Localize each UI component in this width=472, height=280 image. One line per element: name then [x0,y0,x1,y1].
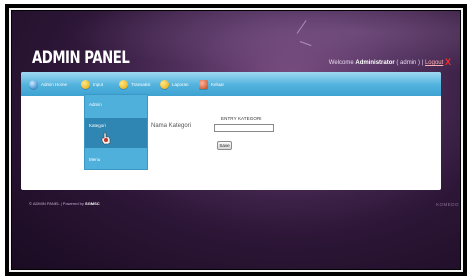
decorative-streak [299,41,312,47]
footer-powered-by: SGMSC [85,201,100,206]
menu-item-admin-home[interactable]: Admin Home [29,76,67,92]
dropdown-item-label: Admin [89,102,102,107]
report-icon [160,79,169,89]
welcome-bar: Welcome Administrator ( admin ) | Logout… [328,57,451,67]
dropdown-item-label: Menu [89,157,101,162]
welcome-text: Welcome [328,60,354,66]
menu-item-laporan[interactable]: Laporan [160,76,189,92]
cursor-hand-icon [101,132,111,145]
dropdown-item-kategori[interactable]: Kategori [85,118,147,148]
exit-icon [199,79,208,89]
menu-item-label: Admin Home [41,81,68,87]
input-icon [81,79,90,89]
nama-kategori-input[interactable] [214,124,274,132]
footer-right-text: KOMEDO [435,202,459,207]
dropdown-item-menu[interactable]: Menu [85,152,147,169]
footer-credits: © ADMIN PANEL | Powered by SGMSC [29,201,100,206]
dropdown-item-admin[interactable]: Admin [85,97,147,114]
menu-item-input[interactable]: Input [81,76,103,92]
transaction-icon [119,79,128,89]
admin-icon [29,79,38,89]
main-menu-bar: Admin Home Input Transaksi Laporan Kelua… [21,72,441,96]
save-button[interactable]: Save [217,141,232,150]
dropdown-item-label: Kategori [89,123,106,128]
footer-text: © ADMIN PANEL | Powered by [29,201,84,206]
form-title: ENTRY KATEGORI [221,116,262,121]
menu-item-label: Keluar [211,81,225,87]
menu-item-transaksi[interactable]: Transaksi [119,76,150,92]
user-role: admin [400,60,417,66]
menu-item-label: Input [93,81,104,87]
menu-item-label: Laporan [172,81,189,87]
input-dropdown-menu: Admin Kategori Menu [84,94,148,170]
menu-item-label: Transaksi [131,81,151,87]
content-panel: Admin Home Input Transaksi Laporan Kelua… [21,72,441,190]
decorative-streak [296,20,307,34]
user-name: Administrator [355,60,395,66]
screenshot-frame: ADMIN PANEL Welcome Administrator ( admi… [5,4,467,276]
nama-kategori-label: Nama Kategori [151,123,192,129]
app-logo: ADMIN PANEL [32,48,130,68]
menu-item-keluar[interactable]: Keluar [199,76,224,92]
close-icon[interactable]: X [445,57,451,67]
logout-link[interactable]: Logout [425,60,443,66]
